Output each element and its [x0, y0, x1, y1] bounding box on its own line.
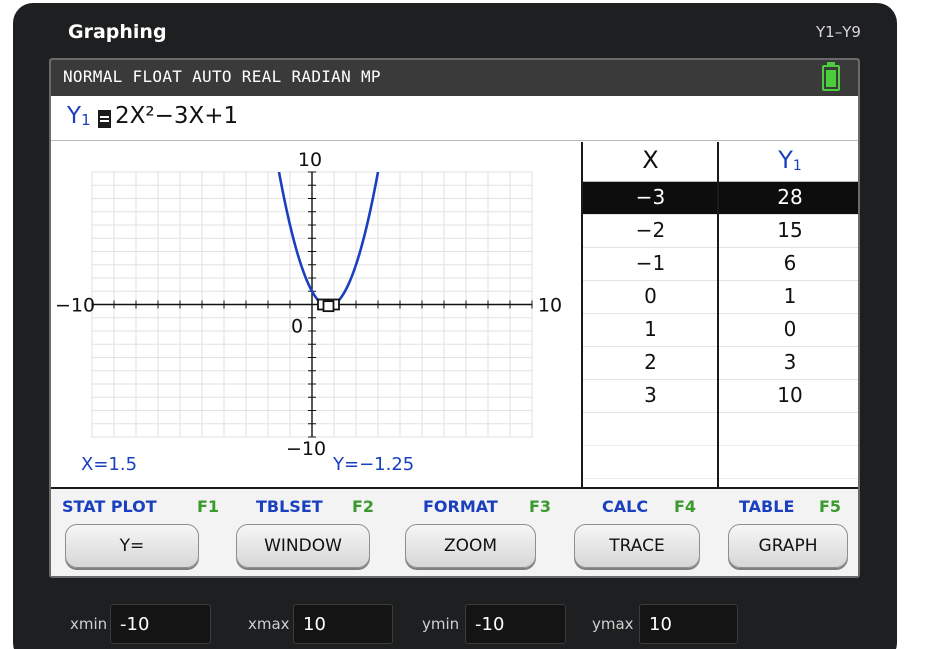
table-cell-x: −3 — [635, 185, 666, 209]
table-cell-y1: 6 — [783, 251, 797, 275]
ymin-input[interactable] — [465, 604, 566, 644]
xmax-input[interactable] — [293, 604, 393, 644]
table-cell-x: 2 — [644, 350, 657, 374]
marked-point — [322, 300, 335, 313]
function-key-label-4: F4 — [674, 497, 697, 516]
table-cell-x: 0 — [644, 284, 657, 308]
table-row-empty[interactable] — [583, 413, 858, 446]
ymax-label: ymax — [592, 615, 634, 633]
softkey-button-4[interactable]: TRACE — [574, 524, 700, 568]
softkey-label-3: FORMAT — [423, 497, 498, 516]
trace-x-readout: X=1.5 — [81, 454, 138, 475]
ymin-label: ymin — [422, 615, 460, 633]
y-max-label: 10 — [298, 149, 322, 171]
function-key-label-2: F2 — [352, 497, 375, 516]
softkey-button-5[interactable]: GRAPH — [728, 524, 848, 568]
table-row[interactable]: 01 — [583, 281, 858, 314]
x-max-label: 10 — [538, 295, 562, 317]
table-header-y1: Y1 — [778, 146, 802, 174]
table-row[interactable]: −3 28 — [583, 182, 858, 215]
y-min-label: −10 — [286, 438, 326, 460]
table-cell-y1: 3 — [783, 350, 797, 374]
table-row-empty[interactable] — [583, 446, 858, 479]
ymax-input[interactable] — [639, 604, 738, 644]
calculator-screen: NORMAL FLOAT AUTO REAL RADIAN MP Y1 2X²−… — [49, 58, 860, 578]
softkey-button-1[interactable]: Y= — [65, 524, 199, 568]
table-cell-x: −1 — [635, 251, 666, 275]
origin-label: 0 — [291, 316, 303, 338]
table-row[interactable]: 3 10 — [583, 380, 858, 413]
softkey-button-2[interactable]: WINDOW — [236, 524, 370, 568]
xmax-label: xmax — [248, 615, 290, 633]
function-expression[interactable]: 2X²−3X+1 — [115, 103, 238, 129]
softkey-label-2: TBLSET — [256, 497, 323, 516]
graph-canvas[interactable]: 10 −10 −10 10 0 — [51, 142, 581, 487]
table-cell-x: 1 — [644, 317, 657, 341]
table-cell-x: 3 — [644, 383, 657, 407]
table-row[interactable]: −2 15 — [583, 215, 858, 248]
table-cell-y1: 0 — [783, 317, 797, 341]
mode-status-text: NORMAL FLOAT AUTO REAL RADIAN MP — [63, 67, 381, 86]
function-range-label: Y1–Y9 — [816, 23, 861, 41]
xmin-input[interactable] — [110, 604, 211, 644]
function-key-label-3: F3 — [529, 497, 552, 516]
softkey-label-5: TABLE — [739, 497, 795, 516]
function-label: Y1 — [67, 103, 91, 129]
table-row[interactable]: 23 — [583, 347, 858, 380]
table-header: X Y1 — [583, 142, 858, 182]
app-title: Graphing — [68, 21, 167, 43]
table-cell-x: −2 — [635, 218, 666, 242]
softkey-bar: STAT PLOT F1 Y= TBLSET F2 WINDOW FORMAT F3 ZOOM C… — [51, 487, 858, 576]
table-cell-y1: 1 — [783, 284, 797, 308]
table-cell-y1: 15 — [777, 218, 803, 242]
table-header-x: X — [642, 146, 659, 174]
trace-y-readout: Y=−1.25 — [333, 454, 415, 475]
battery-icon — [822, 62, 840, 91]
equals-selected-icon[interactable] — [98, 110, 111, 128]
table-panel[interactable]: X Y1 −3 28 −2 15 −1 6 0 1 1 0 2 3 3 10 — [581, 142, 858, 512]
table-cell-y1: 28 — [777, 185, 803, 209]
softkey-button-3[interactable]: ZOOM — [405, 524, 536, 568]
status-bar: NORMAL FLOAT AUTO REAL RADIAN MP — [51, 60, 858, 96]
function-key-label-5: F5 — [819, 497, 842, 516]
x-min-label: −10 — [55, 295, 95, 317]
function-key-label-1: F1 — [197, 497, 220, 516]
table-row[interactable]: 10 — [583, 314, 858, 347]
graph-panel[interactable]: 10 −10 −10 10 0 X=1.5 Y=−1.25 — [51, 142, 581, 487]
equation-line[interactable]: Y1 2X²−3X+1 — [51, 96, 858, 141]
xmin-label: xmin — [70, 615, 108, 633]
table-row[interactable]: −1 6 — [583, 248, 858, 281]
softkey-label-1: STAT PLOT — [62, 497, 157, 516]
column-divider — [717, 142, 719, 487]
table-cell-y1: 10 — [777, 383, 803, 407]
window-variables: xmin xmax ymin ymax — [49, 604, 860, 644]
softkey-label-4: CALC — [602, 497, 649, 516]
